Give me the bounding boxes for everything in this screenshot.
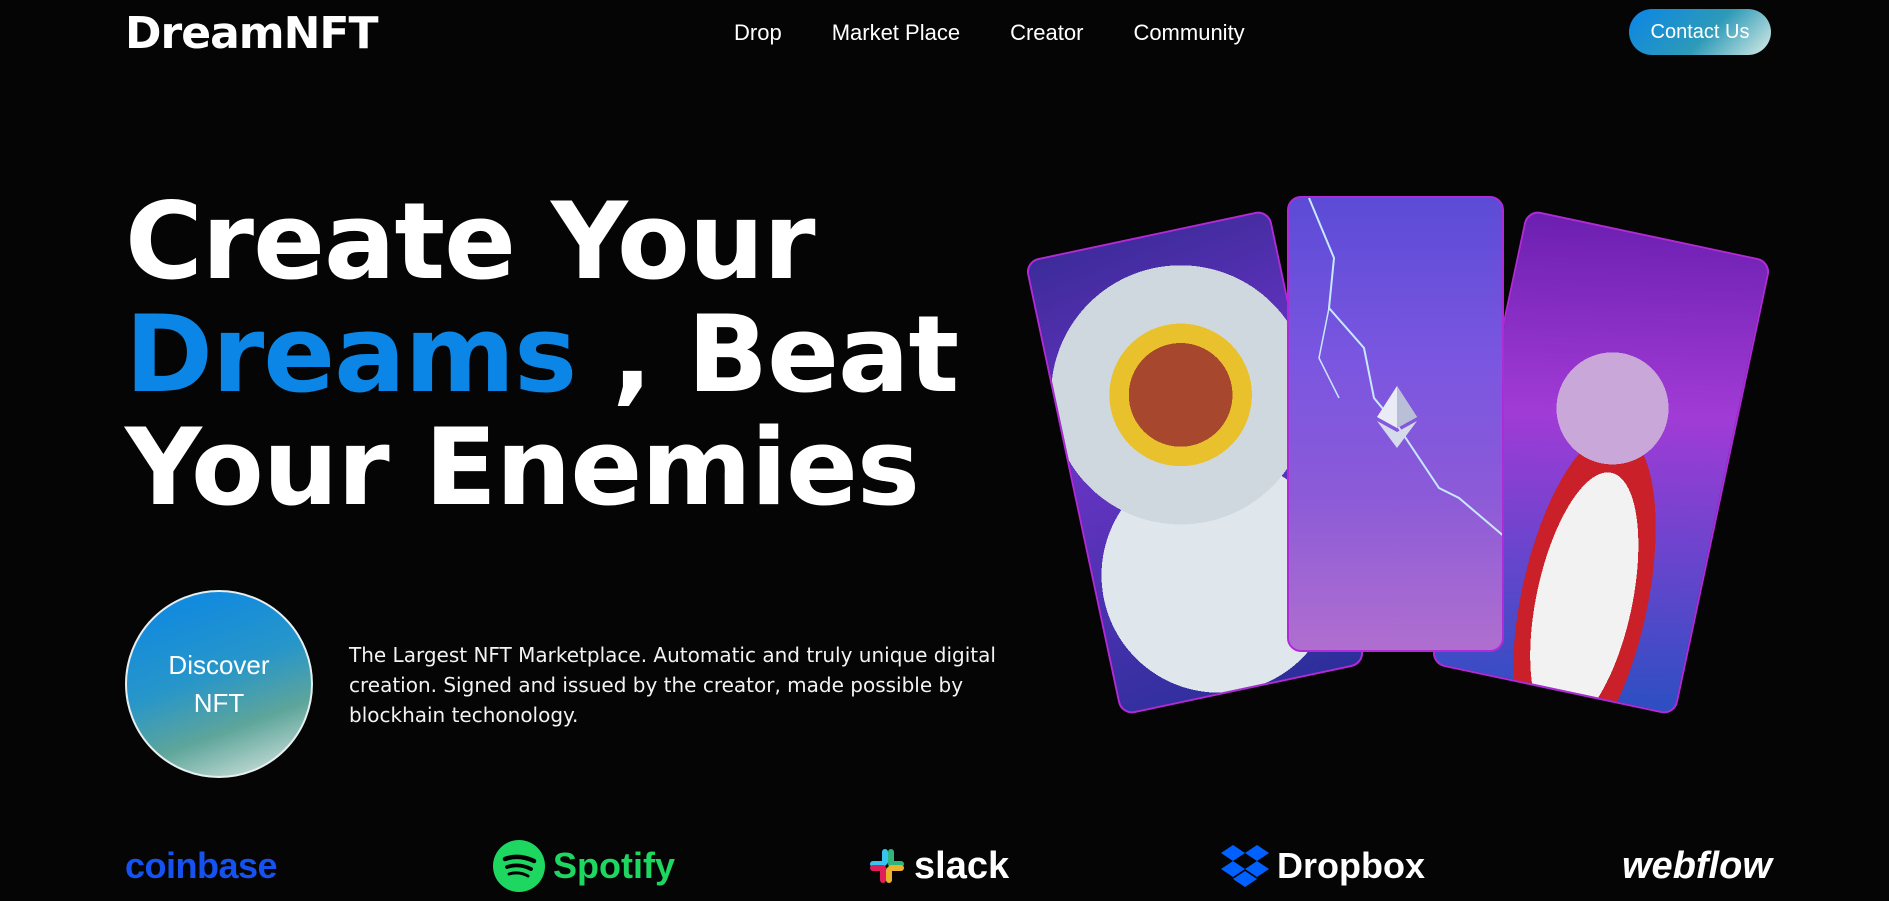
headline-line-1: Create Your [125, 180, 816, 303]
discover-nft-button[interactable]: Discover NFT [125, 590, 313, 778]
headline-line-3: Your Enemies [125, 406, 920, 529]
coinbase-logo: coinbase [125, 836, 278, 896]
site-logo[interactable]: DreamNFT [125, 8, 378, 59]
spotify-wordmark: Spotify [553, 845, 675, 886]
main-menu: Drop Market Place Creator Community [734, 20, 1245, 46]
slack-icon [870, 849, 904, 883]
nav-item-market-place[interactable]: Market Place [832, 20, 960, 46]
partner-logos: coinbase Spotify slack Dropbox webflow [0, 836, 1889, 896]
spotify-logo: Spotify [493, 836, 675, 896]
webflow-wordmark: webflow [1622, 844, 1772, 887]
ethereum-icon [1377, 386, 1417, 448]
coinbase-wordmark: coinbase [125, 845, 278, 886]
hero-headline: Create Your Dreams , Beat Your Enemies [125, 180, 959, 529]
nav-item-community[interactable]: Community [1133, 20, 1244, 46]
discover-nft-label: Discover NFT [168, 650, 270, 718]
headline-accent: Dreams [125, 293, 577, 416]
nav-item-drop[interactable]: Drop [734, 20, 782, 46]
slack-logo: slack [868, 836, 1009, 896]
dropbox-icon [1221, 845, 1269, 887]
contact-us-button[interactable]: Contact Us [1629, 9, 1771, 55]
hero-description: The Largest NFT Marketplace. Automatic a… [349, 643, 996, 727]
headline-line-2-rest: , Beat [576, 293, 959, 416]
top-navbar: DreamNFT Drop Market Place Creator Commu… [0, 0, 1889, 66]
nav-item-creator[interactable]: Creator [1010, 20, 1083, 46]
ethereum-lightning-card[interactable] [1287, 196, 1504, 652]
spotify-icon [493, 840, 545, 892]
webflow-logo: webflow [1622, 836, 1772, 896]
dropbox-logo: Dropbox [1221, 836, 1425, 896]
headline-line-2: Dreams , Beat [125, 298, 959, 411]
dropbox-wordmark: Dropbox [1277, 845, 1425, 886]
slack-wordmark: slack [914, 844, 1010, 887]
